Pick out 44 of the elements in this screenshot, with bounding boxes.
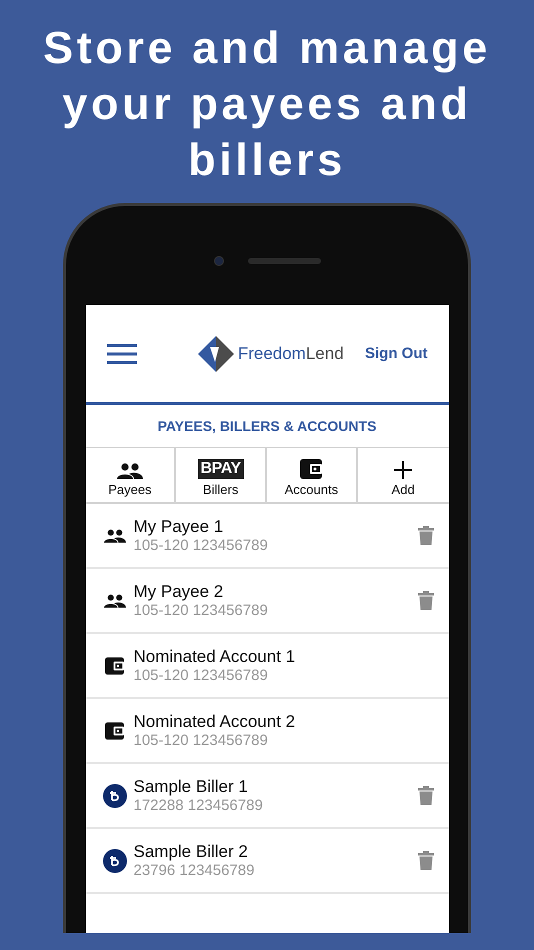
wallet-icon (300, 459, 322, 479)
camera-icon (214, 256, 224, 266)
item-name: Sample Biller 2 (134, 842, 249, 862)
item-detail: 105-120 123456789 (134, 666, 269, 684)
item-detail: 105-120 123456789 (134, 602, 269, 620)
item-detail: 23796 123456789 (134, 862, 256, 880)
item-name: My Payee 1 (134, 516, 224, 536)
item-detail: 105-120 123456789 (134, 536, 269, 554)
logo-icon (198, 336, 234, 372)
item-name: Nominated Account 2 (134, 712, 296, 732)
plus-icon (394, 461, 412, 479)
speaker-icon (248, 258, 320, 264)
tab[interactable]: Accounts (267, 448, 358, 502)
item-detail: 105-120 123456789 (134, 732, 269, 750)
list-row[interactable]: Sample Biller 2 23796 123456789 (86, 829, 448, 894)
list-row[interactable]: Nominated Account 2 105-120 123456789 (86, 699, 448, 764)
item-detail: 172288 123456789 (134, 796, 264, 814)
item-name: My Payee 2 (134, 582, 224, 602)
tab[interactable]: BPAY Billers (176, 448, 267, 502)
trash-icon[interactable] (418, 526, 434, 545)
logo-text: FreedomLend (238, 342, 344, 365)
trash-icon[interactable] (418, 591, 434, 610)
item-name: Sample Biller 1 (134, 776, 249, 796)
list-row[interactable]: My Payee 2 105-120 123456789 (86, 569, 448, 634)
trash-icon[interactable] (418, 786, 434, 805)
coin-icon (102, 784, 126, 808)
sign-out-link[interactable]: Sign Out (364, 343, 428, 366)
list-row[interactable]: My Payee 1 105-120 123456789 (86, 504, 448, 569)
wallet-icon (105, 722, 124, 740)
trash-icon[interactable] (418, 851, 434, 870)
wallet-icon (105, 656, 124, 674)
list-row[interactable]: Sample Biller 1 172288 123456789 (86, 764, 448, 829)
list-row[interactable]: Nominated Account 1 105-120 123456789 (86, 634, 448, 699)
headline: Store and manage your payees and billers (42, 21, 492, 187)
people-icon (104, 528, 126, 542)
tab[interactable]: Payees (86, 448, 176, 502)
coin-icon (102, 848, 126, 872)
bpay-logo: BPAY (198, 459, 244, 479)
item-name: Nominated Account 1 (134, 646, 296, 666)
people-icon (104, 594, 126, 608)
menu-icon[interactable] (106, 344, 136, 364)
tab[interactable]: Add (358, 448, 448, 502)
section-title: PAYEES, BILLERS & ACCOUNTS (158, 416, 376, 436)
people-icon (116, 463, 143, 479)
